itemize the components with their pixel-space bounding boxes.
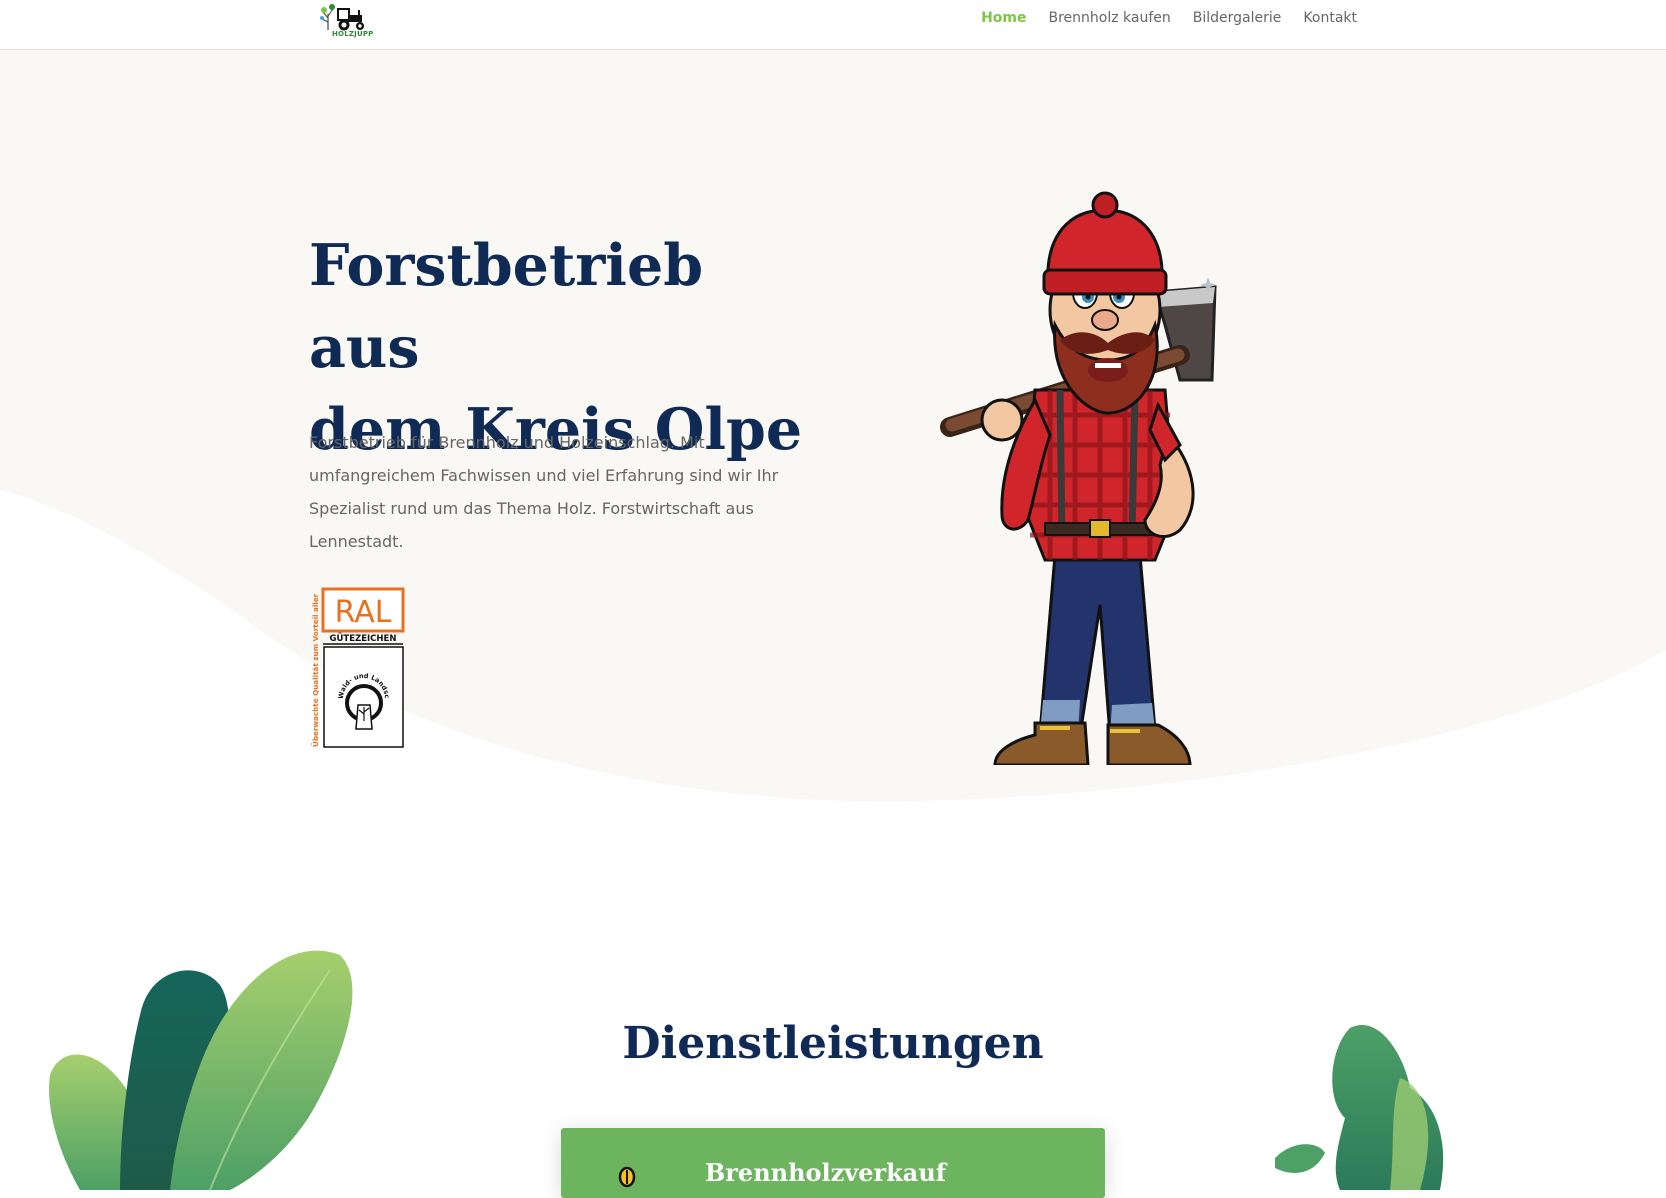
ral-guetezeichen-badge: RAL GÜTEZEICHEN Überwachte Qualität zum … [309, 587, 405, 748]
lumberjack-illustration [940, 191, 1217, 765]
nav-home[interactable]: Home [981, 10, 1026, 26]
hero-wave-background [0, 50, 1666, 802]
ral-top-text: RAL [335, 595, 392, 630]
seed-icon [618, 1166, 636, 1188]
site-logo[interactable]: HOLZJUPP [318, 0, 373, 40]
nav-kontakt[interactable]: Kontakt [1303, 10, 1357, 26]
decorative-leaves-right [1275, 1025, 1444, 1190]
nav-brennholz-kaufen[interactable]: Brennholz kaufen [1049, 10, 1171, 26]
logo-text: HOLZJUPP [332, 30, 374, 38]
service-card-brennholzverkauf[interactable]: Brennholzverkauf [561, 1128, 1105, 1198]
hero-section: Forstbetrieb aus dem Kreis Olpe Forstbet… [0, 50, 1666, 820]
ral-middle-text: GÜTEZEICHEN [330, 633, 397, 644]
service-card-label: Brennholzverkauf [705, 1158, 947, 1187]
ral-side-text: Überwachte Qualität zum Vorteil aller [311, 593, 320, 747]
site-header: HOLZJUPP Home Brennholz kaufen Bildergal… [0, 0, 1666, 50]
hero-description: Forstbetrieb für Brennholz und Holzeinsc… [309, 433, 779, 551]
main-nav: Home Brennholz kaufen Bildergalerie Kont… [981, 10, 1357, 26]
hero-title-line1: Forstbetrieb aus [309, 232, 704, 381]
nav-bildergalerie[interactable]: Bildergalerie [1193, 10, 1282, 26]
